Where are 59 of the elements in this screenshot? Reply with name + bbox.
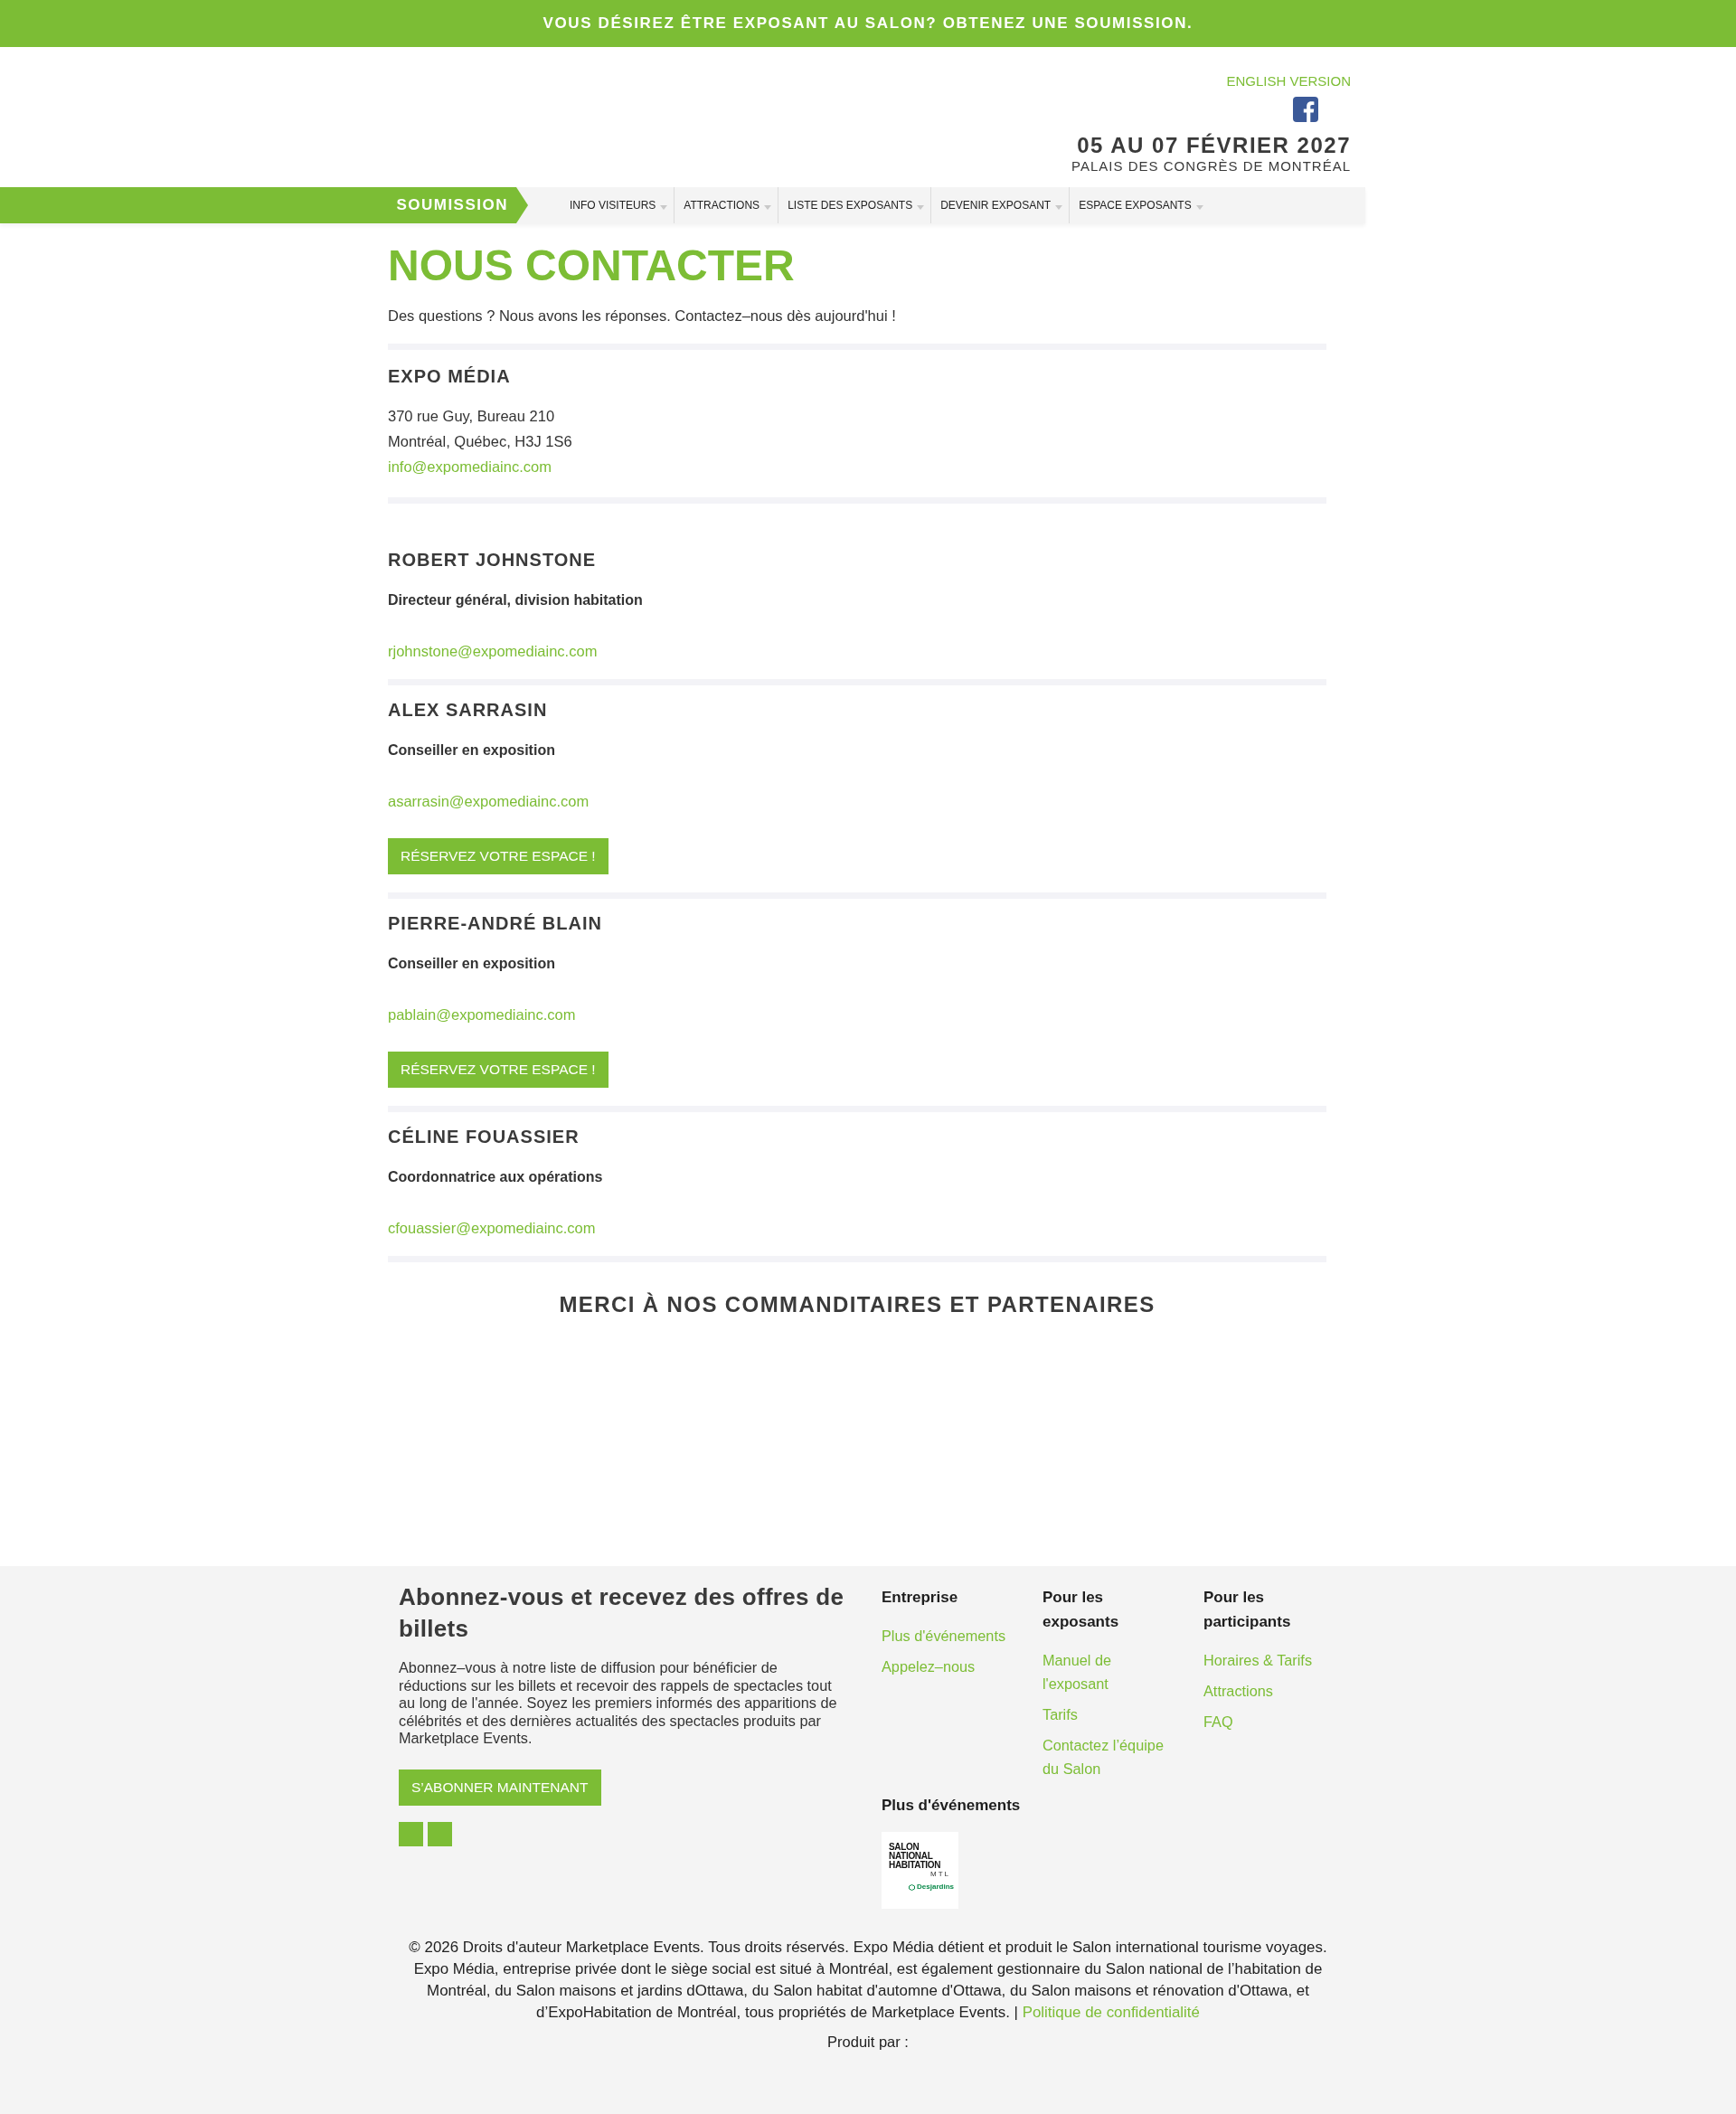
footer-column-heading: Pour les participants — [1203, 1588, 1292, 1632]
logo-city-text: MTL — [929, 1870, 951, 1879]
logo-text: SALON — [889, 1843, 920, 1852]
contact-name: CÉLINE FOUASSIER — [388, 1126, 580, 1147]
email-link[interactable]: info@expomediainc.com — [388, 454, 1326, 479]
footer-link[interactable]: Plus d'événements — [882, 1624, 1013, 1647]
address-line: Montréal, Québec, H3J 1S6 — [388, 432, 573, 451]
copyright-text: © 2026 Droits d'auteur Marketplace Events. Tous droits réservés. Expo Média détient et produit le Salon international tourisme voyages. Expo Média, entreprise privée dont le siège social est situé à Montréal, est également gestionnaire du Salon national de l’habitation de Montréal, du Salon maisons et jardins dOttawa, du Salon habitat d'automne d'Ottawa, du Salon maisons et rénovation d'Ottawa, et d’ExpoHabitation de Montréal, tous propriétés de Marketplace Events. | Politique de confidentialité — [408, 1938, 1328, 2023]
event-dates: 05 AU 07 FÉVRIER 2027 — [1077, 133, 1351, 158]
facebook-icon[interactable] — [1293, 97, 1318, 122]
reserve-button[interactable]: RÉSERVEZ VOTRE ESPACE ! — [388, 1052, 609, 1088]
contact-role: Directeur général, division habitation — [388, 591, 644, 609]
subscribe-button[interactable]: S’ABONNER MAINTENANT — [399, 1769, 601, 1806]
tile-icon[interactable] — [428, 1821, 452, 1846]
reserve-button[interactable]: RÉSERVEZ VOTRE ESPACE ! — [388, 838, 609, 874]
logo-text: NATIONAL — [889, 1852, 934, 1861]
email-link[interactable]: pablain@expomediainc.com — [388, 1005, 1326, 1024]
intro-text: Des questions ? Nous avons les réponses. Contactez–nous dès aujourd'hui ! — [388, 307, 897, 326]
events-heading: Plus d'événements — [882, 1796, 1022, 1816]
newsletter-heading: Abonnez-vous et recevez des offres de billets — [399, 1582, 845, 1644]
footer-link[interactable]: Contactez l’équipe du Salon — [1043, 1733, 1174, 1780]
submission-link[interactable]: SOUMISSION — [0, 187, 528, 223]
address-line: 370 rue Guy, Bureau 210 — [388, 407, 556, 426]
nav-menu-link[interactable]: DEVENIR EXPOSANT — [931, 187, 1071, 223]
nav-menu-link[interactable]: ESPACE EXPOSANTS — [1070, 187, 1210, 223]
footer-link[interactable]: FAQ — [1203, 1710, 1335, 1733]
nav-menu-link[interactable]: LISTE DES EXPOSANTS — [778, 187, 932, 223]
logo-sponsor-text: Desjardins — [917, 1883, 954, 1892]
hexagon-icon — [909, 1883, 916, 1891]
produced-by-text: Produit par : — [826, 2033, 910, 2052]
event-logo[interactable]: SALON NATIONAL HABITATION MTL Desjardins — [882, 1832, 958, 1909]
contact-name: PIERRE-ANDRÉ BLAIN — [388, 912, 603, 934]
footer-column-heading: Pour les exposants — [1043, 1588, 1120, 1632]
footer-link[interactable]: Appelez–nous — [882, 1655, 1013, 1678]
contact-role: Coordonnatrice aux opérations — [388, 1168, 604, 1186]
email-link[interactable]: rjohnstone@expomediainc.com — [388, 641, 1326, 661]
footer-link[interactable]: Horaires & Tarifs — [1203, 1648, 1335, 1672]
logo-text: HABITATION — [889, 1861, 942, 1870]
nav-menu-link[interactable]: INFO VISITEURS — [561, 187, 675, 223]
privacy-link[interactable]: Politique de confidentialité — [1022, 2004, 1200, 2021]
language-link[interactable]: ENGLISH VERSION — [1226, 73, 1351, 90]
footer-link[interactable]: Tarifs — [1043, 1703, 1174, 1726]
email-link[interactable]: cfouassier@expomediainc.com — [388, 1218, 1326, 1238]
newsletter-text: Abonnez–vous à notre liste de diffusion pour bénéficier de réductions sur les billets et recevoir des rappels de spectacles tout au long de l'année. Soyez les premiers informés des apparitions de célébrités et des dernières actualités des spectacles produits par Marketplace Events. — [399, 1659, 838, 1748]
promo-link[interactable]: VOUS DÉSIREZ ÊTRE EXPOSANT AU SALON? OBTENEZ UNE SOUMISSION. — [542, 14, 1194, 33]
contact-name: ROBERT JOHNSTONE — [388, 549, 598, 571]
footer-column-heading: Entreprise — [882, 1588, 959, 1608]
tile-icon[interactable] — [399, 1821, 423, 1846]
nav-menu-link[interactable]: ATTRACTIONS — [675, 187, 779, 223]
contact-role: Conseiller en exposition — [388, 741, 556, 760]
event-venue: PALAIS DES CONGRÈS DE MONTRÉAL — [1071, 158, 1351, 175]
contact-name: ALEX SARRASIN — [388, 699, 549, 721]
footer-link[interactable]: Attractions — [1203, 1679, 1335, 1703]
sponsors-heading: MERCI À NOS COMMANDITAIRES ET PARTENAIRES — [558, 1292, 1156, 1318]
contact-role: Conseiller en exposition — [388, 955, 556, 973]
email-link[interactable]: asarrasin@expomediainc.com — [388, 791, 1326, 811]
company-name: EXPO MÉDIA — [388, 365, 512, 387]
footer-link[interactable]: Manuel de l'exposant — [1043, 1648, 1174, 1695]
page-title: NOUS CONTACTER — [388, 241, 796, 289]
